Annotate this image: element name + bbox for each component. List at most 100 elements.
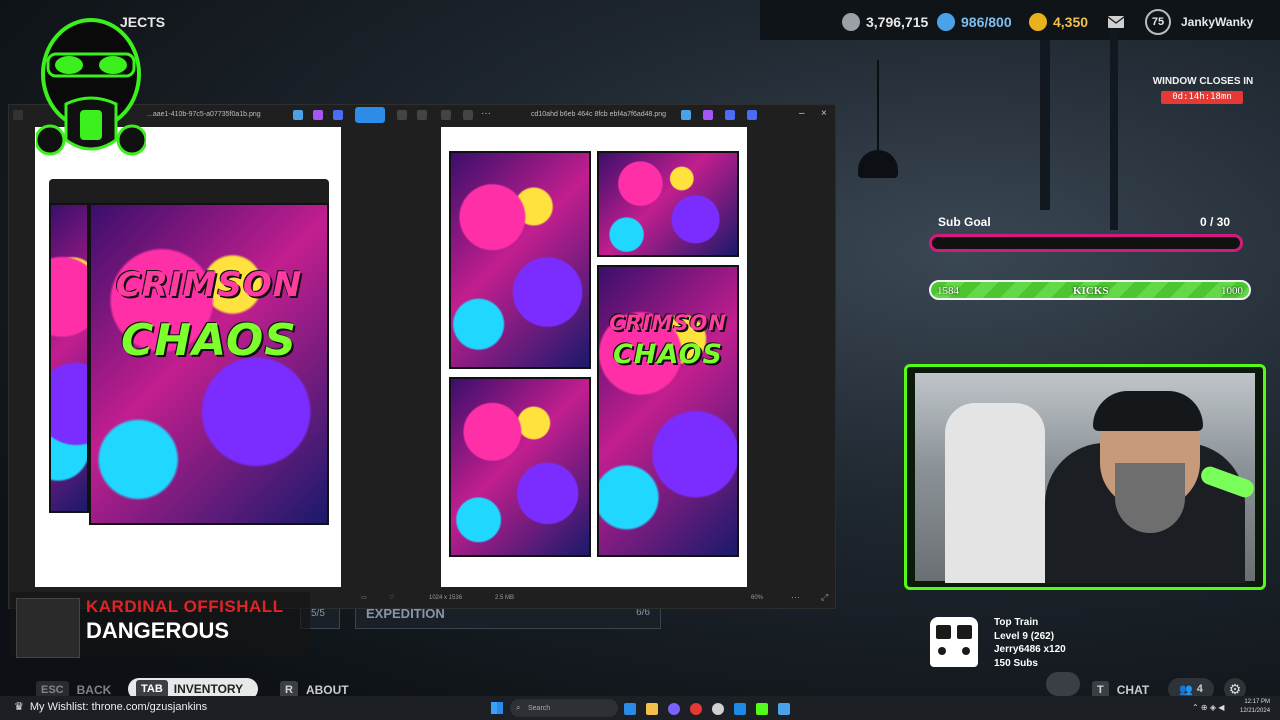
right-filename: cd10ahd b6eb 464c 8fcb ebf4a7f6ad48.png <box>531 111 667 118</box>
art-panel-cans <box>449 377 591 557</box>
about-label: ABOUT <box>305 683 349 697</box>
back-icon[interactable] <box>13 110 23 120</box>
train-window-icon <box>936 625 951 639</box>
top-train-level: Level 9 (262) <box>994 630 1055 642</box>
credits-value: 3,796,715 <box>866 14 929 30</box>
photos-app-window[interactable]: ...aae1-410b-97c5-a07735f0a1b.png ··· cd… <box>8 104 836 609</box>
top-train-subs: 150 Subs <box>994 657 1038 669</box>
inventory-label: INVENTORY <box>173 682 244 696</box>
art-panel-splash <box>597 151 739 257</box>
window-closes-timer: 0d:14h:18mn <box>1161 91 1243 104</box>
expand-icon[interactable]: ⤢ <box>821 592 828 603</box>
level-badge: 75 <box>1145 9 1171 35</box>
gaming-chair <box>945 403 1045 583</box>
kicks-right-value: 1000 <box>1221 285 1243 297</box>
currency-gold: 4,350 <box>1029 10 1088 34</box>
streamer-beard <box>1115 463 1185 533</box>
taskbar-search[interactable]: ⌕ Search <box>510 699 618 717</box>
system-tray-icons[interactable]: ⌃ ⊕ ◈ ◀ <box>1192 703 1224 712</box>
tokens-value: 986/800 <box>961 14 1012 30</box>
taskbar-date: 12/21/2024 <box>1240 708 1271 714</box>
art-panel-cherry <box>449 151 591 369</box>
train-icon <box>930 617 978 667</box>
edit-icon[interactable] <box>293 110 303 120</box>
kick-icon[interactable] <box>756 703 768 715</box>
rotate-icon[interactable] <box>397 110 407 120</box>
art-title-crimson-2: CRIMSON <box>609 311 727 335</box>
art-panel-title: CRIMSON CHAOS <box>597 265 739 557</box>
art-title-chaos-2: CHAOS <box>613 339 723 370</box>
more-options-icon[interactable]: ··· <box>481 108 491 119</box>
notification-username: KARDINAL OFFISHALL <box>86 597 284 616</box>
train-window-icon <box>957 625 972 639</box>
train-light-icon <box>938 647 946 655</box>
user-profile[interactable]: 75 JankyWanky <box>1145 9 1254 35</box>
fridge-side-art <box>49 203 89 513</box>
notification-message: DANGEROUS <box>86 618 230 643</box>
user-avatar-icon[interactable] <box>1046 672 1080 696</box>
train-light-icon <box>962 647 970 655</box>
kicks-left-value: 1584 <box>937 285 959 297</box>
notification-avatar <box>16 598 80 658</box>
right-image-pane: CRIMSON CHAOS <box>441 127 747 587</box>
background-pipe <box>1040 40 1050 210</box>
crop-icon[interactable] <box>441 110 451 120</box>
art-title-crimson: CRIMSON <box>115 265 303 305</box>
file-explorer-icon[interactable] <box>646 703 658 715</box>
more-icon[interactable]: ··· <box>791 592 800 602</box>
back-label: BACK <box>76 683 112 697</box>
adjust-icon[interactable] <box>463 110 473 120</box>
zoom-level[interactable]: 60% <box>751 595 763 601</box>
webcam-feed <box>915 373 1257 583</box>
steam-icon[interactable] <box>734 703 746 715</box>
top-train-info: Top Train Level 9 (262) Jerry6486 x120 1… <box>994 616 1066 670</box>
app-icon-3[interactable] <box>712 703 724 715</box>
image-dimensions: 1024 x 1536 <box>429 595 463 601</box>
minimize-icon[interactable]: – <box>799 108 805 119</box>
art-title-chaos: CHAOS <box>121 315 297 366</box>
skull-gasmask-logo <box>36 18 146 156</box>
edge-icon[interactable] <box>624 703 636 715</box>
photos-icon[interactable] <box>778 703 790 715</box>
mail-icon <box>1108 16 1124 28</box>
edit-mode-button[interactable] <box>355 107 385 123</box>
sub-goal-count: 0 / 30 <box>1200 215 1231 229</box>
friends-icon: 👥 <box>1179 683 1193 696</box>
token-icon <box>937 13 955 31</box>
taskbar-time: 12:17 PM <box>1244 699 1271 705</box>
effects-icon-2[interactable] <box>703 110 713 120</box>
edit-icon-2[interactable] <box>681 110 691 120</box>
credits-icon <box>842 13 860 31</box>
kicks-label: KICKS <box>1073 285 1109 297</box>
username: JankyWanky <box>1181 15 1254 29</box>
close-icon[interactable]: × <box>821 108 827 119</box>
currency-tokens: 986/800 <box>937 10 1012 34</box>
taskbar-clock[interactable]: 12:17 PM 12/21/2024 <box>1240 698 1270 716</box>
delete-icon[interactable] <box>417 110 427 120</box>
search-placeholder: Search <box>528 704 551 712</box>
wishlist-text: My Wishlist: throne.com/gzusjankins <box>29 700 208 713</box>
heart-icon[interactable]: ♡ <box>389 594 394 601</box>
share-icon-2[interactable] <box>725 110 735 120</box>
webcam-frame <box>904 364 1266 590</box>
mail-button[interactable] <box>1108 10 1124 34</box>
fridge-front-art: CRIMSON CHAOS <box>89 203 329 525</box>
windows-start-icon[interactable] <box>491 702 503 714</box>
left-image-pane: CRIMSON CHAOS <box>35 127 341 587</box>
kicks-bar: 1584 KICKS 1000 <box>929 280 1251 300</box>
effects-icon[interactable] <box>313 110 323 120</box>
app-icon-2[interactable] <box>690 703 702 715</box>
search-icon: ⌕ <box>516 703 521 712</box>
film-strip-icon[interactable]: ▭ <box>361 594 367 601</box>
crown-icon: ♛ <box>14 701 24 713</box>
favorite-icon[interactable] <box>747 110 757 120</box>
share-icon[interactable] <box>333 110 343 120</box>
streamer-cap <box>1093 391 1203 431</box>
image-file-size: 2.5 MB <box>495 595 515 601</box>
friends-count: 4 <box>1196 683 1203 695</box>
sub-goal-title: Sub Goal <box>938 215 991 229</box>
top-train-title: Top Train <box>994 617 1039 628</box>
gold-value: 4,350 <box>1053 14 1089 30</box>
lamp-cord <box>877 60 879 152</box>
app-icon-1[interactable] <box>668 703 680 715</box>
